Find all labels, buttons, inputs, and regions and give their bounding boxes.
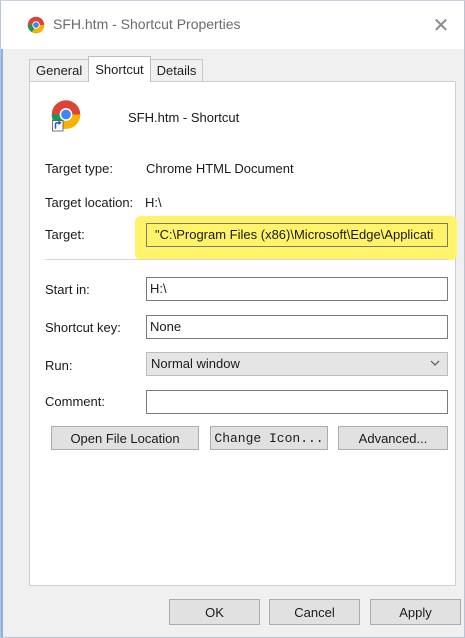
tab-strip: General Shortcut Details	[29, 56, 204, 82]
target-label: Target:	[45, 227, 85, 242]
chrome-icon	[51, 100, 81, 132]
target-input[interactable]: "C:\Program Files (x86)\Microsoft\Edge\A…	[146, 223, 448, 247]
ok-button[interactable]: OK	[169, 599, 260, 625]
separator	[45, 259, 448, 260]
shortcut-key-label: Shortcut key:	[45, 320, 121, 335]
shortcut-key-input[interactable]: None	[146, 315, 448, 339]
comment-label: Comment:	[45, 394, 105, 409]
open-file-location-button[interactable]: Open File Location	[51, 426, 199, 450]
close-button[interactable]: ✕	[418, 1, 464, 49]
tab-general[interactable]: General	[29, 59, 90, 81]
target-type-label: Target type:	[45, 161, 113, 176]
run-select-value: Normal window	[151, 356, 240, 371]
cancel-button[interactable]: Cancel	[269, 599, 360, 625]
properties-window: SFH.htm - Shortcut Properties ✕ General …	[0, 0, 465, 638]
close-icon: ✕	[432, 14, 450, 37]
target-type-value: Chrome HTML Document	[146, 161, 294, 176]
advanced-button[interactable]: Advanced...	[338, 426, 448, 450]
shortcut-name: SFH.htm - Shortcut	[128, 110, 240, 125]
target-location-label: Target location:	[45, 195, 134, 210]
apply-button[interactable]: Apply	[370, 599, 461, 625]
chevron-down-icon	[430, 360, 440, 366]
target-location-value: H:\	[145, 195, 162, 210]
start-in-label: Start in:	[45, 282, 90, 297]
start-in-input[interactable]: H:\	[146, 277, 448, 301]
tab-shortcut[interactable]: Shortcut	[88, 56, 151, 82]
run-label: Run:	[45, 358, 73, 373]
tab-details[interactable]: Details	[149, 59, 204, 81]
window-title: SFH.htm - Shortcut Properties	[53, 16, 241, 32]
chrome-shortcut-icon	[27, 16, 45, 34]
title-bar[interactable]: SFH.htm - Shortcut Properties ✕	[1, 1, 464, 49]
comment-input[interactable]	[146, 390, 448, 414]
change-icon-button[interactable]: Change Icon...	[210, 426, 328, 450]
run-select[interactable]: Normal window	[146, 352, 448, 376]
shortcut-panel: SFH.htm - Shortcut Target type: Chrome H…	[29, 81, 457, 586]
